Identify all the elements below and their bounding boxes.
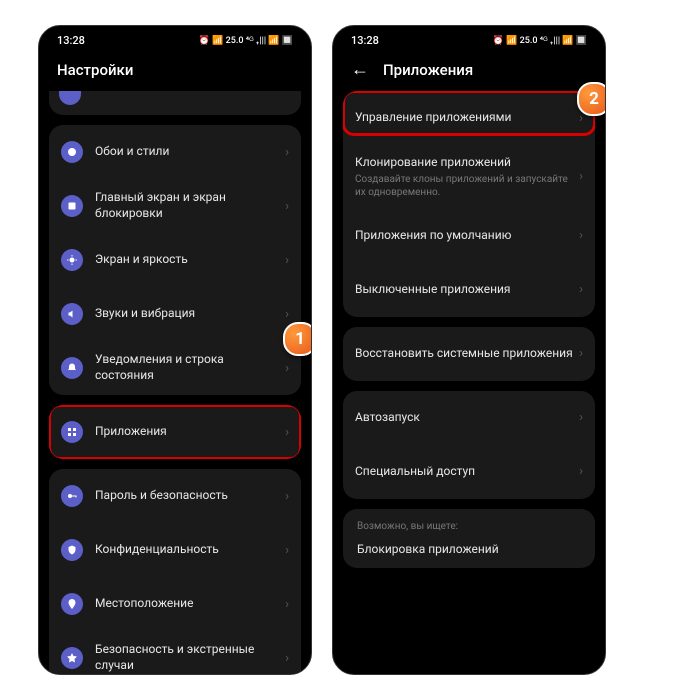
step-badge-2: 2 [577, 82, 606, 116]
chevron-icon: › [285, 199, 289, 214]
hint-title: Возможно, вы ищете: [357, 521, 581, 532]
brightness-icon [61, 249, 83, 271]
chevron-icon: › [285, 597, 289, 612]
row-emergency[interactable]: Безопасность и экстренные случаи › [49, 631, 301, 675]
chevron-icon: › [285, 253, 289, 268]
status-bar: 13:28 ⏰ 📶 25.0 ⁴ᴳ ₊||| 📶 🔲 [333, 26, 605, 51]
row-default-apps[interactable]: Приложения по умолчанию › [343, 209, 595, 263]
chevron-icon: › [285, 651, 289, 666]
partial-row-top [49, 91, 301, 115]
back-icon[interactable]: ← [351, 61, 369, 79]
sound-icon [61, 303, 83, 325]
shield-icon [61, 539, 83, 561]
status-icons: ⏰ 📶 25.0 ⁴ᴳ ₊||| 📶 🔲 [199, 35, 293, 46]
row-apps[interactable]: Приложения › [49, 405, 301, 459]
row-sound[interactable]: Звуки и вибрация › [49, 287, 301, 341]
bell-icon [61, 357, 83, 379]
row-autostart[interactable]: Автозапуск › [343, 391, 595, 445]
step-badge-1: 1 [283, 322, 312, 356]
key-icon [61, 485, 83, 507]
row-notifications[interactable]: Уведомления и строка состояния › [49, 341, 301, 395]
row-homescreen[interactable]: Главный экран и экран блокировки › [49, 179, 301, 233]
row-disabled-apps[interactable]: Выключенные приложения › [343, 263, 595, 317]
chevron-icon: › [285, 489, 289, 504]
row-restore-apps[interactable]: Восстановить системные приложения › [343, 327, 595, 381]
row-location[interactable]: Местоположение › [49, 577, 301, 631]
chevron-icon: › [285, 543, 289, 558]
row-wallpaper[interactable]: Обои и стили › [49, 125, 301, 179]
chevron-icon: › [579, 464, 583, 479]
header-right: ← Приложения [333, 51, 605, 91]
page-title-left: Настройки [39, 51, 311, 91]
chevron-icon: › [579, 410, 583, 425]
row-security[interactable]: Пароль и безопасность › [49, 469, 301, 523]
phone-right: 13:28 ⏰ 📶 25.0 ⁴ᴳ ₊||| 📶 🔲 ← Приложения … [332, 25, 606, 675]
apps-icon [61, 421, 83, 443]
status-time: 13:28 [351, 34, 379, 47]
phone-left: 13:28 ⏰ 📶 25.0 ⁴ᴳ ₊||| 📶 🔲 Настройки Обо… [38, 25, 312, 675]
page-title-right: Приложения [383, 61, 473, 79]
status-bar: 13:28 ⏰ 📶 25.0 ⁴ᴳ ₊||| 📶 🔲 [39, 26, 311, 51]
chevron-icon: › [579, 228, 583, 243]
hint-item[interactable]: Блокировка приложений [357, 542, 581, 556]
row-special-access[interactable]: Специальный доступ › [343, 445, 595, 499]
status-icons: ⏰ 📶 25.0 ⁴ᴳ ₊||| 📶 🔲 [493, 35, 587, 46]
row-privacy[interactable]: Конфиденциальность › [49, 523, 301, 577]
row-clone-apps[interactable]: Клонирование приложений Создавайте клоны… [343, 145, 595, 209]
chevron-icon: › [285, 425, 289, 440]
chevron-icon: › [579, 282, 583, 297]
home-icon [61, 195, 83, 217]
chevron-icon: › [285, 361, 289, 376]
wallpaper-icon [61, 141, 83, 163]
row-manage-apps[interactable]: Управление приложениями › [343, 91, 595, 145]
hint-box: Возможно, вы ищете: Блокировка приложени… [343, 509, 595, 568]
location-icon [61, 593, 83, 615]
emergency-icon [61, 647, 83, 669]
chevron-icon: › [285, 307, 289, 322]
chevron-icon: › [579, 346, 583, 361]
chevron-icon: › [579, 169, 583, 184]
row-display[interactable]: Экран и яркость › [49, 233, 301, 287]
chevron-icon: › [285, 145, 289, 160]
status-time: 13:28 [57, 34, 85, 47]
